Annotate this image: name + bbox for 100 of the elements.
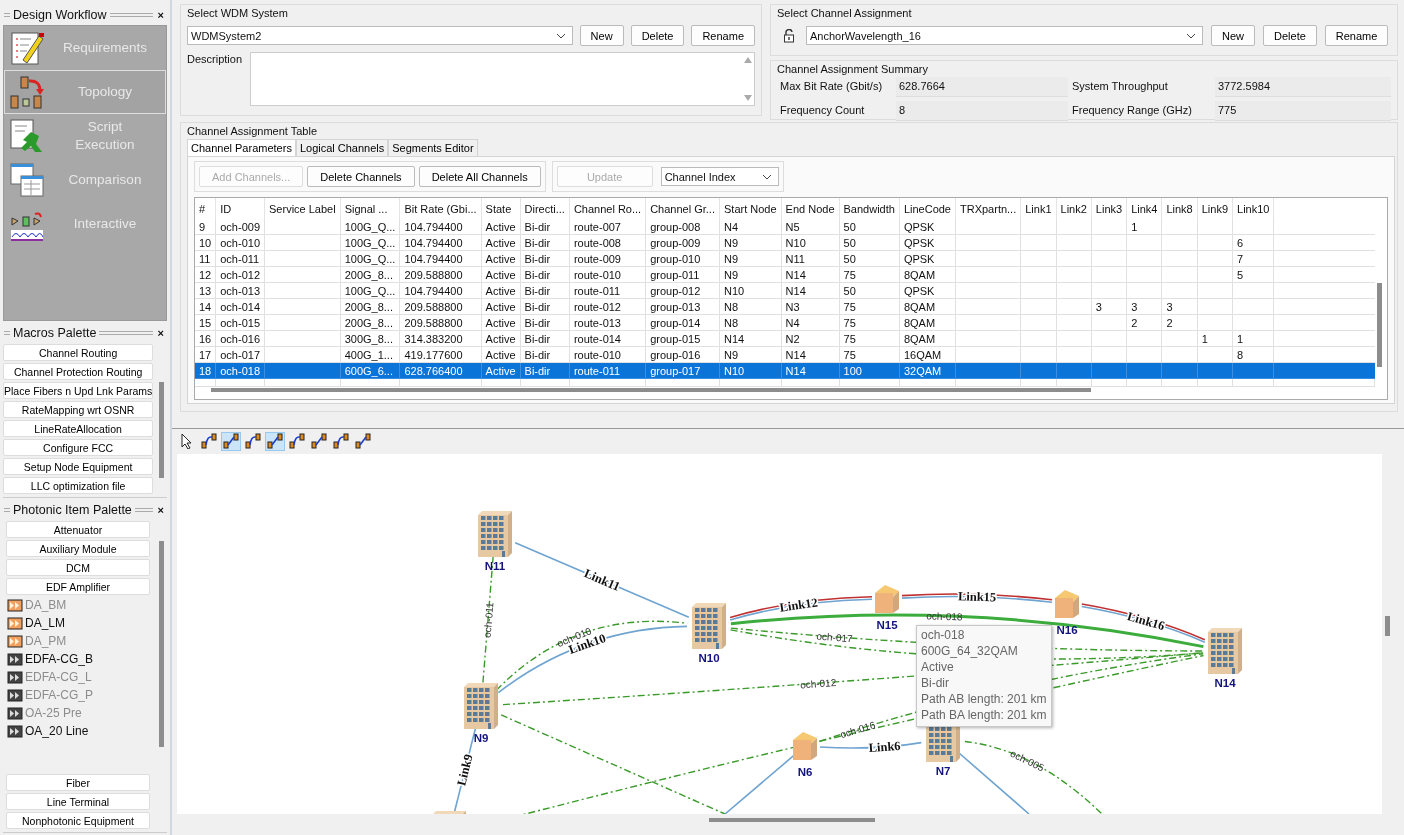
chevron-down-icon bbox=[1186, 32, 1196, 39]
macro-button[interactable]: Channel Routing bbox=[3, 344, 154, 361]
connector-tool-button[interactable] bbox=[243, 431, 263, 451]
table-cell: 75 bbox=[843, 268, 856, 281]
palette-item[interactable]: DA_LM bbox=[3, 615, 157, 631]
action-button[interactable]: New bbox=[579, 25, 624, 46]
action-button[interactable]: Rename bbox=[1324, 25, 1389, 46]
padlock-icon[interactable] bbox=[783, 28, 795, 43]
action-button[interactable]: New bbox=[1211, 25, 1255, 46]
link-line[interactable] bbox=[729, 596, 873, 621]
macro-button[interactable]: RateMapping wrt OSNR bbox=[3, 401, 154, 418]
column-header[interactable]: State bbox=[481, 198, 521, 219]
action-button[interactable]: Delete All Channels bbox=[418, 166, 541, 187]
table-row[interactable]: 10 och-010 100G_Q... 104.794400 Active Bi-dir route-008 group-009 N9 N10 50 QPSK 6 bbox=[195, 234, 1375, 251]
column-header[interactable]: Bit Rate (Gbi... bbox=[399, 198, 482, 219]
column-header[interactable]: Link3 bbox=[1091, 198, 1127, 219]
scrollbar-thumb[interactable] bbox=[1377, 283, 1382, 367]
close-button[interactable]: × bbox=[155, 327, 166, 339]
table-row[interactable]: 12 och-012 200G_8... 209.588800 Active Bi-dir route-010 group-011 N9 N14 75 8QAM 5 bbox=[195, 266, 1375, 283]
action-button[interactable]: Delete bbox=[630, 25, 685, 46]
assignment-dropdown[interactable]: AnchorWavelength_16 bbox=[806, 26, 1203, 45]
column-header[interactable]: Link10 bbox=[1232, 198, 1274, 219]
table-row[interactable]: 18 och-018 600G_6... 628.766400 Active Bi-dir route-011 group-017 N10 N14 100 32QAM bbox=[195, 362, 1375, 379]
macro-button[interactable]: LLC optimization file bbox=[3, 477, 154, 494]
scrollbar-thumb[interactable] bbox=[159, 382, 165, 478]
macro-button[interactable]: Place Fibers n Upd Lnk Params bbox=[3, 382, 154, 399]
table-cell: Active bbox=[485, 236, 516, 249]
connector-tool-button[interactable] bbox=[353, 431, 373, 451]
table-cell: Active bbox=[485, 252, 516, 265]
close-button[interactable]: × bbox=[155, 504, 166, 516]
building-icon[interactable] bbox=[692, 603, 726, 649]
column-header[interactable]: Directi... bbox=[520, 198, 570, 219]
column-header[interactable]: ID bbox=[215, 198, 265, 219]
column-header[interactable]: LineCode bbox=[899, 198, 956, 219]
column-header[interactable]: Channel Gr... bbox=[645, 198, 720, 219]
palette-button[interactable]: Auxiliary Module bbox=[6, 540, 150, 557]
connector-tool-button[interactable] bbox=[287, 431, 307, 451]
house-icon[interactable] bbox=[793, 732, 817, 760]
table-cell: 75 bbox=[843, 316, 856, 329]
column-header[interactable]: Link4 bbox=[1126, 198, 1162, 219]
table-row[interactable]: 16 och-016 300G_8... 314.383200 Active Bi-dir route-014 group-015 N14 N2 75 8QAM 1 1 bbox=[195, 330, 1375, 347]
macro-button[interactable]: Configure FCC bbox=[3, 439, 154, 456]
scroll-up-icon[interactable] bbox=[744, 57, 752, 63]
palette-item[interactable]: EDFA-CG_B bbox=[3, 651, 157, 667]
macro-button[interactable]: Setup Node Equipment bbox=[3, 458, 154, 475]
column-header[interactable]: Signal ... bbox=[340, 198, 400, 219]
action-button[interactable]: Delete Channels bbox=[307, 166, 415, 187]
scroll-down-icon[interactable] bbox=[744, 95, 752, 101]
column-header[interactable]: # bbox=[195, 198, 216, 219]
table-row[interactable]: 11 och-011 100G_Q... 104.794400 Active Bi-dir route-009 group-010 N9 N11 50 QPSK 7 bbox=[195, 250, 1375, 267]
tab[interactable]: Logical Channels bbox=[295, 139, 389, 156]
house-icon[interactable] bbox=[1055, 590, 1079, 618]
column-header[interactable]: Channel Ro... bbox=[569, 198, 646, 219]
table-row[interactable]: 17 och-017 400G_1... 419.177600 Active Bi-dir route-010 group-016 N9 N14 75 16QAM 8 bbox=[195, 346, 1375, 363]
palette-button[interactable]: Nonphotonic Equipment bbox=[6, 812, 150, 829]
scrollbar-thumb[interactable] bbox=[211, 388, 1091, 392]
house-icon[interactable] bbox=[875, 585, 899, 613]
macro-button[interactable]: Channel Protection Routing bbox=[3, 363, 154, 380]
scrollbar-thumb[interactable] bbox=[159, 541, 164, 747]
table-cell: group-008 bbox=[650, 220, 701, 233]
table-cell: 10 bbox=[199, 236, 212, 249]
connector-tool-button[interactable] bbox=[331, 431, 351, 451]
column-header[interactable]: TRXpartn... bbox=[955, 198, 1021, 219]
palette-button[interactable]: Attenuator bbox=[6, 521, 150, 538]
column-header[interactable]: Link9 bbox=[1197, 198, 1233, 219]
palette-item[interactable]: OA_20 Line bbox=[3, 723, 157, 739]
system-dropdown[interactable]: WDMSystem2 bbox=[187, 26, 573, 45]
column-header[interactable]: Link2 bbox=[1056, 198, 1092, 219]
connector-tool-button[interactable] bbox=[199, 431, 219, 451]
description-field[interactable] bbox=[249, 52, 755, 106]
palette-button[interactable]: Line Terminal bbox=[6, 793, 150, 810]
connector-tool-button[interactable] bbox=[221, 431, 241, 451]
tab[interactable]: Channel Parameters bbox=[187, 139, 296, 156]
document-pencil-icon bbox=[9, 30, 45, 66]
palette-button[interactable]: Fiber bbox=[6, 774, 150, 791]
connector-tool-button[interactable] bbox=[265, 431, 285, 451]
close-button[interactable]: × bbox=[155, 9, 166, 21]
sort-dropdown[interactable]: Channel Index bbox=[660, 167, 779, 186]
palette-button[interactable]: EDF Amplifier bbox=[6, 578, 150, 595]
table-row[interactable]: 9 och-009 100G_Q... 104.794400 Active Bi-dir route-007 group-008 N4 N5 50 QPSK 1 bbox=[195, 219, 1375, 235]
building-icon[interactable] bbox=[464, 683, 498, 729]
action-button[interactable]: Delete bbox=[1263, 25, 1317, 46]
tab[interactable]: Segments Editor bbox=[388, 139, 478, 156]
action-button[interactable]: Rename bbox=[691, 25, 755, 46]
connector-tool-button[interactable] bbox=[309, 431, 329, 451]
palette-button[interactable]: DCM bbox=[6, 559, 150, 576]
scrollbar-thumb[interactable] bbox=[709, 818, 875, 822]
column-header[interactable]: Bandwidth bbox=[839, 198, 900, 219]
column-header[interactable]: End Node bbox=[781, 198, 839, 219]
column-header[interactable]: Service Label bbox=[264, 198, 341, 219]
scrollbar-thumb[interactable] bbox=[1385, 616, 1390, 636]
building-icon[interactable] bbox=[478, 511, 512, 557]
table-row[interactable]: 13 och-013 100G_Q... 104.794400 Active Bi-dir route-011 group-012 N10 N14 50 QPSK bbox=[195, 282, 1375, 299]
building-icon[interactable] bbox=[1208, 628, 1242, 674]
table-row[interactable]: 14 och-014 200G_8... 209.588800 Active Bi-dir route-012 group-013 N8 N3 75 8QAM 3 3 3 bbox=[195, 298, 1375, 315]
column-header[interactable]: Start Node bbox=[719, 198, 782, 219]
table-row[interactable]: 15 och-015 200G_8... 209.588800 Active Bi-dir route-013 group-014 N8 N4 75 8QAM 2 2 bbox=[195, 314, 1375, 331]
column-header[interactable]: Link8 bbox=[1161, 198, 1198, 219]
macro-button[interactable]: LineRateAllocation bbox=[3, 420, 154, 437]
column-header[interactable]: Link1 bbox=[1020, 198, 1057, 219]
